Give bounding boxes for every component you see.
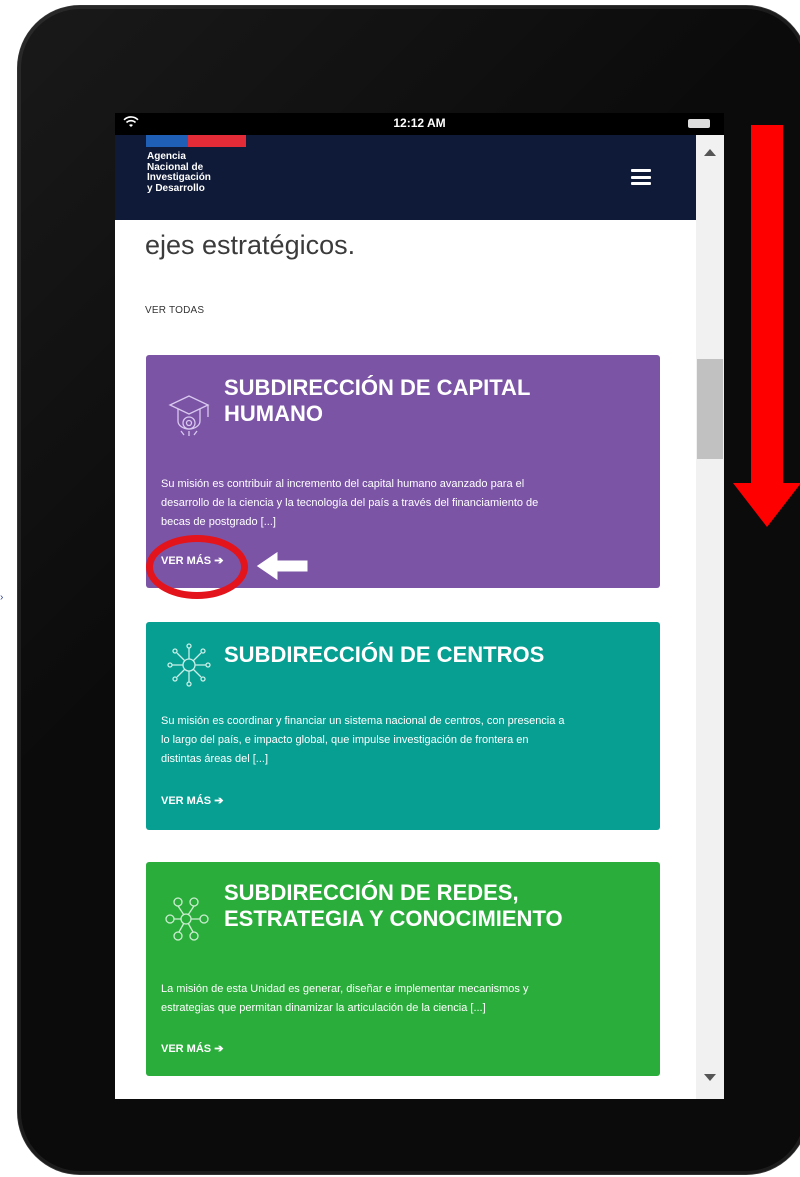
card-description-line: Su misión es coordinar y financiar un si… [161,715,565,727]
see-all-link[interactable]: VER TODAS [145,305,204,316]
card-description: Su misión es contribuir al incremento de… [161,475,646,532]
card-title-line: SUBDIRECCIÓN DE REDES, [224,880,519,905]
section-heading: ejes estratégicos. [145,230,356,260]
scroll-up-arrow-icon[interactable] [704,149,716,156]
card-description-line: Su misión es contribuir al incremento de… [161,478,525,490]
scroll-down-arrow-icon[interactable] [704,1074,716,1081]
card-description-line: estrategias que permitan dinamizar la ar… [161,1002,486,1014]
card-centros[interactable]: SUBDIRECCIÓN DE CENTROS Su misión es coo… [146,622,660,830]
hamburger-menu-icon[interactable] [631,169,651,185]
card-title: SUBDIRECCIÓN DE CAPITAL HUMANO [224,375,644,427]
nodes-network-icon [165,897,209,941]
pointer-arrow-icon [255,550,309,582]
status-time: 12:12 AM [393,116,446,130]
card-redes-estrategia[interactable]: SUBDIRECCIÓN DE REDES, ESTRATEGIA Y CONO… [146,862,660,1076]
network-virus-icon [167,643,211,687]
card-title-line: SUBDIRECCIÓN DE CENTROS [224,642,545,667]
logo-line: Investigación [147,172,211,183]
see-more-label: VER MÁS [161,1043,212,1055]
card-description-line: desarrollo de la ciencia y la tecnología… [161,497,539,509]
card-title: SUBDIRECCIÓN DE CENTROS [224,642,644,668]
card-description: Su misión es coordinar y financiar un si… [161,712,646,769]
card-title-line: SUBDIRECCIÓN DE CAPITAL [224,375,531,400]
scroll-down-annotation-arrow-icon [733,125,800,527]
scroll-thumb[interactable] [697,359,723,459]
see-more-link[interactable]: VER MÁS ➔ [161,1042,223,1055]
card-description-line: becas de postgrado [...] [161,516,276,528]
highlight-circle [146,535,248,599]
web-page: Agencia Nacional de Investigación y Desa… [115,135,696,1099]
agency-logo[interactable]: Agencia Nacional de Investigación y Desa… [147,151,257,194]
arrow-right-icon: ➔ [214,1043,224,1055]
tablet-screen: 12:12 AM Agencia Nacional de Investigaci… [115,113,724,1099]
arrow-right-icon: ➔ [214,795,224,807]
card-title-line: ESTRATEGIA Y CONOCIMIENTO [224,906,563,931]
stray-mark: › [0,592,4,603]
card-description-line: distintas áreas del [...] [161,753,268,765]
card-description: La misión de esta Unidad es generar, dis… [161,980,646,1018]
card-description-line: La misión de esta Unidad es generar, dis… [161,983,529,995]
flag-stripe-blue [146,135,188,147]
graduate-head-icon [168,395,210,436]
vertical-scrollbar[interactable] [696,135,724,1099]
battery-icon [688,119,710,128]
logo-line: Agencia [147,151,186,162]
logo-line: y Desarrollo [147,182,205,194]
see-more-label: VER MÁS [161,795,212,807]
card-description-line: lo largo del país, e impacto global, que… [161,734,529,746]
card-title: SUBDIRECCIÓN DE REDES, ESTRATEGIA Y CONO… [224,880,644,932]
card-title-line: HUMANO [224,401,323,426]
site-header: Agencia Nacional de Investigación y Desa… [115,135,696,220]
status-bar: 12:12 AM [115,113,724,135]
see-more-link[interactable]: VER MÁS ➔ [161,794,223,807]
flag-stripe-red [188,135,246,147]
